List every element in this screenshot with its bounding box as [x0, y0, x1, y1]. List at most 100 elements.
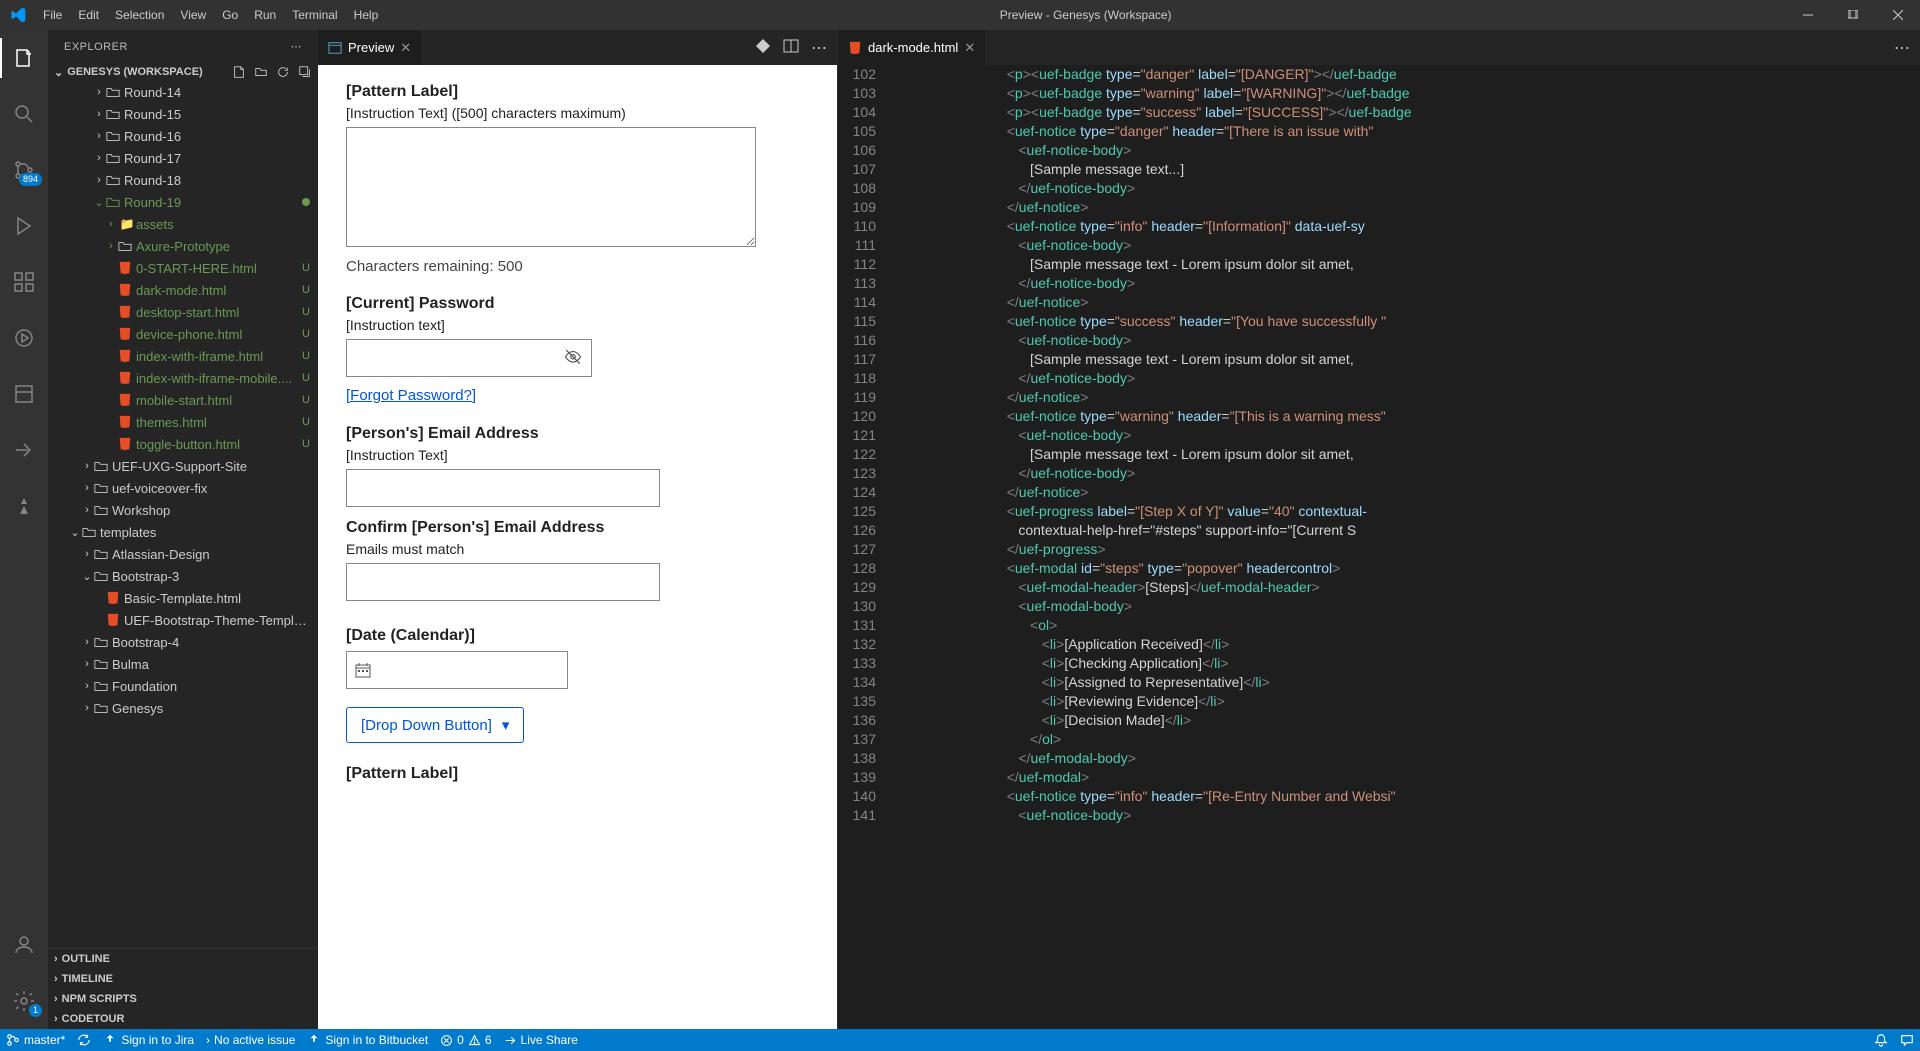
menu-view[interactable]: View — [172, 8, 214, 22]
maximize-button[interactable] — [1830, 0, 1875, 30]
close-icon[interactable]: ✕ — [400, 40, 411, 56]
tree-item[interactable]: ›Genesys — [48, 697, 318, 719]
menu-edit[interactable]: Edit — [70, 8, 107, 22]
vscode-logo-icon — [0, 7, 35, 23]
section-npm-scripts[interactable]: ›NPM SCRIPTS — [48, 989, 318, 1009]
problems[interactable]: 0 6 — [440, 1033, 491, 1047]
project-icon[interactable] — [0, 374, 48, 414]
preview-pane[interactable]: [Pattern Label] [Instruction Text] ([500… — [318, 65, 837, 1029]
new-folder-icon[interactable] — [254, 65, 268, 79]
tree-item[interactable]: ›Axure-Prototype — [48, 235, 318, 257]
active-issue[interactable]: › No active issue — [206, 1033, 295, 1047]
date-input[interactable] — [346, 651, 568, 689]
tree-item[interactable]: themes.htmlU — [48, 411, 318, 433]
file-tree[interactable]: ›Round-14›Round-15›Round-16›Round-17›Rou… — [48, 81, 318, 948]
tree-item[interactable]: ›Workshop — [48, 499, 318, 521]
tree-item[interactable]: ›Bootstrap-4 — [48, 631, 318, 653]
sidebar-more-icon[interactable]: ⋯ — [291, 40, 303, 53]
search-icon[interactable] — [0, 94, 48, 134]
tab-preview[interactable]: Preview ✕ — [318, 30, 422, 65]
menu-terminal[interactable]: Terminal — [284, 8, 345, 22]
menu-help[interactable]: Help — [346, 8, 387, 22]
feedback-icon[interactable] — [1900, 1033, 1914, 1047]
tree-item[interactable]: device-phone.htmlU — [48, 323, 318, 345]
textarea-input[interactable] — [346, 127, 756, 247]
activity-bar: 894 — [0, 30, 48, 1029]
email-input[interactable] — [346, 469, 660, 507]
live-share-status[interactable]: Live Share — [504, 1033, 578, 1047]
git-branch[interactable]: master* — [6, 1033, 65, 1047]
tree-item[interactable]: ›Round-18 — [48, 169, 318, 191]
window-title: Preview - Genesys (Workspace) — [386, 8, 1785, 22]
tree-item[interactable]: index-with-iframe-mobile....U — [48, 367, 318, 389]
settings-gear-icon[interactable]: 1 — [0, 981, 48, 1021]
menu-go[interactable]: Go — [214, 8, 246, 22]
tree-item[interactable]: Basic-Template.html — [48, 587, 318, 609]
window-controls — [1785, 0, 1920, 30]
section-outline[interactable]: ›OUTLINE — [48, 949, 318, 969]
section-codetour[interactable]: ›CODETOUR — [48, 1009, 318, 1029]
atlassian-icon[interactable] — [0, 486, 48, 526]
date-label: [Date (Calendar)] — [346, 627, 809, 645]
email-instruction: [Instruction Text] — [346, 447, 809, 463]
webview-dev-icon[interactable] — [755, 38, 771, 58]
tree-item[interactable]: ›Round-14 — [48, 81, 318, 103]
run-debug-icon[interactable] — [0, 206, 48, 246]
tree-item[interactable]: ›Round-16 — [48, 125, 318, 147]
workspace-header[interactable]: ⌄ GENESYS (WORKSPACE) — [48, 63, 318, 81]
code-lines: <p><uef-badge type="danger" label="[DANG… — [890, 65, 1920, 1029]
refresh-icon[interactable] — [276, 65, 290, 79]
chars-remaining: Characters remaining: 500 — [346, 258, 809, 275]
more-icon[interactable]: ⋯ — [1894, 38, 1910, 58]
close-button[interactable] — [1875, 0, 1920, 30]
dropdown-button[interactable]: [Drop Down Button] ▾ — [346, 707, 524, 743]
close-icon[interactable]: ✕ — [964, 40, 975, 56]
confirm-email-instruction: Emails must match — [346, 541, 809, 557]
tab-dark-mode[interactable]: dark-mode.html ✕ — [838, 30, 986, 65]
tree-item[interactable]: mobile-start.htmlU — [48, 389, 318, 411]
tree-item[interactable]: ›📁assets — [48, 213, 318, 235]
password-input[interactable] — [346, 339, 592, 377]
menu-selection[interactable]: Selection — [107, 8, 172, 22]
tree-item[interactable]: 0-START-HERE.htmlU — [48, 257, 318, 279]
confirm-email-input[interactable] — [346, 563, 660, 601]
tree-item[interactable]: ›uef-voiceover-fix — [48, 477, 318, 499]
bitbucket-signin[interactable]: Sign in to Bitbucket — [307, 1033, 428, 1047]
collapse-all-icon[interactable] — [298, 65, 312, 79]
sidebar-title: EXPLORER — [64, 41, 128, 53]
eye-off-icon[interactable] — [564, 348, 582, 366]
codetour-icon[interactable] — [0, 318, 48, 358]
menu-run[interactable]: Run — [246, 8, 284, 22]
tree-item[interactable]: ›UEF-UXG-Support-Site — [48, 455, 318, 477]
tree-item[interactable]: ›Round-15 — [48, 103, 318, 125]
tree-item[interactable]: ⌄templates — [48, 521, 318, 543]
jira-signin[interactable]: Sign in to Jira — [103, 1033, 194, 1047]
section-timeline[interactable]: ›TIMELINE — [48, 969, 318, 989]
tree-item[interactable]: index-with-iframe.htmlU — [48, 345, 318, 367]
new-file-icon[interactable] — [232, 65, 246, 79]
liveshare-icon[interactable] — [0, 430, 48, 470]
tree-item[interactable]: desktop-start.htmlU — [48, 301, 318, 323]
tree-item[interactable]: ⌄Bootstrap-3 — [48, 565, 318, 587]
tree-item[interactable]: ⌄Round-19 — [48, 191, 318, 213]
tree-item[interactable]: UEF-Bootstrap-Theme-Template.... — [48, 609, 318, 631]
tree-item[interactable]: toggle-button.htmlU — [48, 433, 318, 455]
tree-item[interactable]: dark-mode.htmlU — [48, 279, 318, 301]
tree-item[interactable]: ›Round-17 — [48, 147, 318, 169]
explorer-icon[interactable] — [0, 38, 48, 78]
pattern-label-2: [Pattern Label] — [346, 765, 809, 783]
sync-icon[interactable] — [77, 1033, 91, 1047]
minimize-button[interactable] — [1785, 0, 1830, 30]
tree-item[interactable]: ›Bulma — [48, 653, 318, 675]
menu-file[interactable]: File — [35, 8, 70, 22]
forgot-password-link[interactable]: [Forgot Password?] — [346, 387, 476, 404]
code-area[interactable]: 1021031041051061071081091101111121131141… — [838, 65, 1920, 1029]
tree-item[interactable]: ›Atlassian-Design — [48, 543, 318, 565]
split-editor-icon[interactable] — [783, 38, 799, 58]
notifications-icon[interactable] — [1874, 1033, 1888, 1047]
extensions-icon[interactable] — [0, 262, 48, 302]
account-icon[interactable] — [0, 925, 48, 965]
more-icon[interactable]: ⋯ — [811, 38, 827, 58]
source-control-icon[interactable]: 894 — [0, 150, 48, 190]
tree-item[interactable]: ›Foundation — [48, 675, 318, 697]
